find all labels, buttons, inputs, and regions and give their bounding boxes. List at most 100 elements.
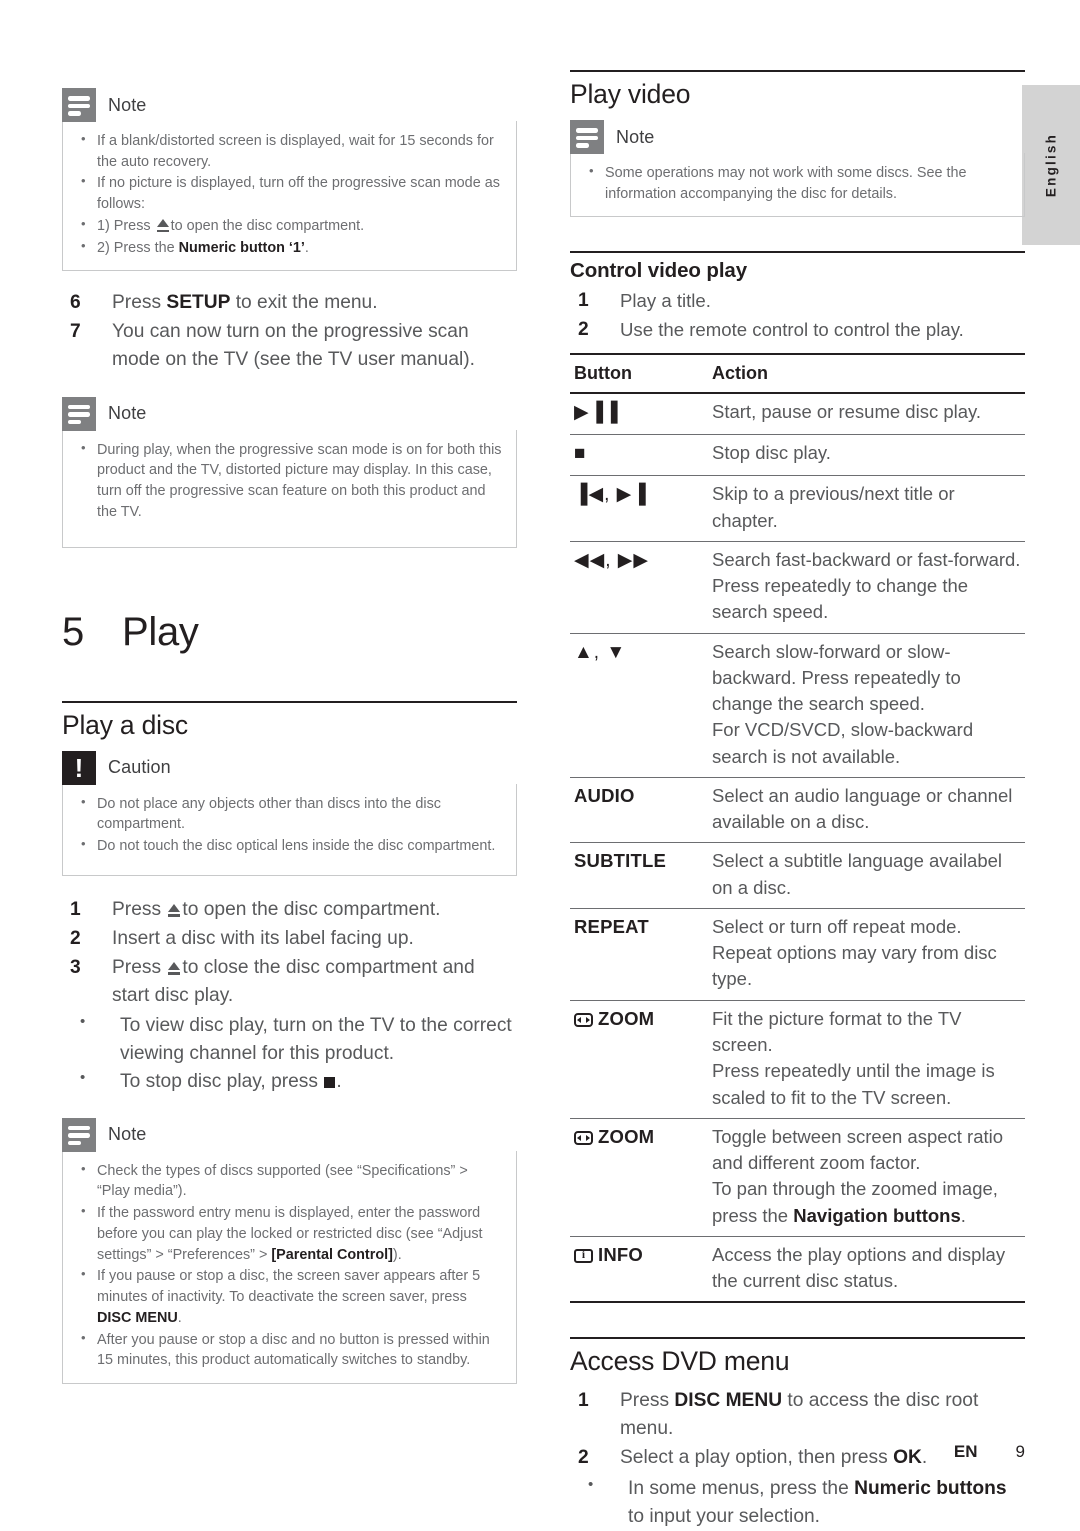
caution-item: Do not place any objects other than disc… [75,792,504,835]
table-cell-action: Toggle between screen aspect ratio and d… [708,1118,1025,1237]
note-box-play-video: Note Some operations may not work with s… [570,120,1025,218]
step-item: 1 Press to open the disc compartment. [62,896,517,924]
callout-body: If a blank/distorted screen is displayed… [62,121,517,272]
table-cell-action: Skip to a previous/next title or chapter… [708,475,1025,542]
action-line-1: Search slow-forward or slow-backward. Pr… [712,640,961,715]
table-cell-action: Search slow-forward or slow-backward. Pr… [708,633,1025,778]
section-heading-play-a-disc: Play a disc [62,709,188,740]
note-item: Some operations may not work with some d… [583,162,1012,204]
section-rule [570,1337,1025,1340]
access-dvd-menu-substeps: In some menus, press the Numeric buttons… [570,1473,1025,1531]
callout-body: Do not place any objects other than disc… [62,783,517,876]
subsection-heading-control-video-play: Control video play [570,259,748,283]
table-header-row: Button Action [570,352,1025,395]
step-number: 2 [578,318,589,340]
callout-label: Note [108,94,147,115]
progressive-scan-steps: 6 Press SETUP to exit the menu. 7 You ca… [62,289,517,374]
button-action-table: Button Action ▶▐▐ Start, pause or resume… [570,352,1025,1304]
step-number: 1 [578,290,589,312]
callout-header: Note [570,120,1025,154]
step-text: Play a title. [620,290,711,312]
table-row: ZOOM Toggle between screen aspect ratio … [570,1118,1025,1237]
callout-label: Note [108,1124,147,1145]
column-header-action: Action [708,352,1025,395]
section-rule [570,251,1025,254]
info-button-label: INFO [598,1243,643,1265]
note-item: Check the types of discs supported (see … [75,1160,504,1202]
eject-icon [156,218,169,232]
section-heading-play-video: Play video [570,79,691,109]
note-item: If a blank/distorted screen is displayed… [75,130,504,172]
page-footer: EN 9 [0,1442,1025,1462]
manual-page: English Note If a blank/distorted screen… [0,0,1080,1527]
note-box-progressive-play: Note During play, when the progressive s… [62,396,517,548]
action-line-1: Fit the picture format to the TV screen. [712,1007,962,1056]
callout-label: Caution [108,757,171,777]
step-number: 2 [70,927,81,949]
substep-item: In some menus, press the Numeric buttons… [588,1473,1025,1531]
step-item: 1 Play a title. [570,287,1025,314]
step-item: 3 Press to close the disc compartment an… [62,954,517,1010]
stop-icon [324,1076,336,1088]
caution-box: ! Caution Do not place any objects other… [62,750,517,876]
step-number: 7 [70,321,81,343]
callout-body: Check the types of discs supported (see … [62,1150,517,1385]
right-column: Play video Note Some operations may not … [570,0,1025,1531]
table-cell-action: Select or turn off repeat mode. Repeat o… [708,908,1025,1001]
footer-language-code: EN [953,1442,978,1461]
note-icon [62,396,96,431]
play-pause-icon: ▶▐▐ [570,393,708,436]
callout-header: Note [62,396,517,431]
step-item: 2 Use the remote control to control the … [570,316,1025,343]
stop-icon: ■ [570,434,708,477]
table-row: AUDIO Select an audio language or channe… [570,777,1025,844]
step-item: 7 You can now turn on the progressive sc… [62,318,517,374]
zoom-icon [574,1130,593,1145]
repeat-button-label: REPEAT [570,908,708,1001]
action-line-2: To pan through the zoomed image, press t… [712,1178,998,1226]
eject-icon [168,961,181,975]
callout-header: Note [62,1117,517,1152]
table-cell-action: Search fast-backward or fast-forward. Pr… [708,541,1025,634]
language-tab-label: English [1043,132,1059,198]
note-item: If the password entry menu is displayed,… [75,1202,504,1265]
audio-button-label: AUDIO [570,777,708,844]
step-number: 6 [70,292,81,314]
table-cell-action: Fit the picture format to the TV screen.… [708,1000,1025,1119]
table-cell-action: Start, pause or resume disc play. [708,393,1025,436]
caution-icon: ! [62,750,96,785]
note-item: 2) Press the Numeric button ‘1’. [75,237,504,259]
note-icon [62,1117,96,1152]
up-down-arrow-icon: ▲, ▼ [570,633,708,778]
footer-page-number: 9 [1015,1442,1025,1461]
left-column: Note If a blank/distorted screen is disp… [62,0,517,1394]
chapter-number: 5 [62,609,84,654]
note-item: After you pause or stop a disc and no bu… [75,1329,504,1371]
substep-item: To stop disc play, press . [80,1067,517,1096]
table-row: ▲, ▼ Search slow-forward or slow-backwar… [570,633,1025,778]
table-cell-action: Access the play options and display the … [708,1236,1025,1304]
table-row: REPEAT Select or turn off repeat mode. R… [570,908,1025,1001]
table-cell-action: Select an audio language or channel avai… [708,777,1025,844]
note-item: If you pause or stop a disc, the screen … [75,1265,504,1328]
callout-label: Note [616,126,655,147]
section-rule [62,700,517,703]
play-a-disc-steps: 1 Press to open the disc compartment. 2 … [62,896,517,1010]
control-video-play-steps: 1 Play a title. 2 Use the remote control… [570,287,1025,342]
section-rule [570,70,1025,72]
step-number: 1 [578,1390,589,1412]
note-icon [62,88,96,122]
chapter-title-text: Play [122,609,199,654]
caution-item: Do not touch the disc optical lens insid… [75,835,504,857]
play-a-disc-substeps: To view disc play, turn on the TV to the… [62,1011,517,1096]
chapter-heading: 5 Play [62,610,517,655]
note-item: If no picture is displayed, turn off the… [75,172,504,214]
action-line-1: Toggle between screen aspect ratio and d… [712,1125,1004,1174]
zoom-button-label: ZOOM [598,1125,655,1147]
callout-header: Note [62,88,517,122]
fast-backward-forward-icon: ◀◀, ▶▶ [570,541,708,634]
info-icon [574,1248,593,1263]
action-line-2: For VCD/SVCD, slow-backward search is no… [712,719,974,767]
zoom-icon [574,1012,593,1027]
note-item: 1) Press to open the disc compartment. [75,215,504,237]
